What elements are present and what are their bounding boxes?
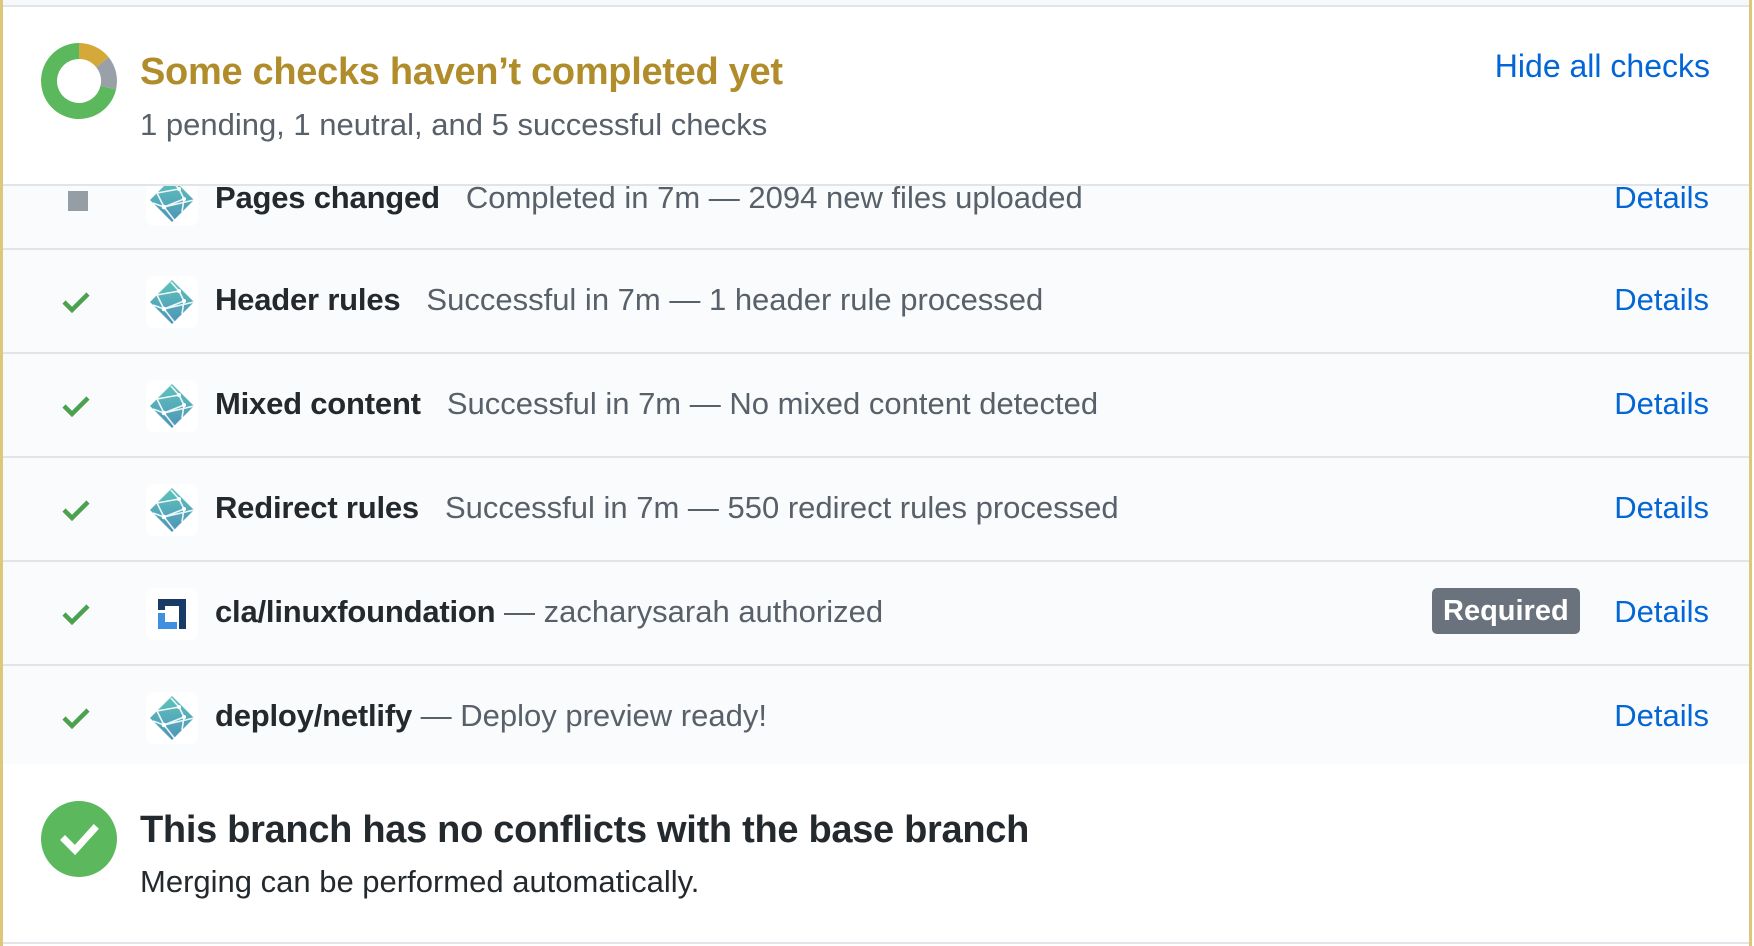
check-name: Pages changed: [215, 186, 440, 215]
check-row: Mixed content Successful in 7m — No mixed…: [3, 354, 1749, 458]
check-app-avatar: [146, 692, 198, 744]
linux-foundation-logo-icon: [158, 599, 186, 629]
neutral-status-icon: [68, 191, 88, 211]
hide-all-checks-link[interactable]: Hide all checks: [1495, 48, 1710, 85]
check-description: Successful in 7m — No mixed content dete…: [446, 386, 1099, 421]
check-description: Completed in 7m — 2094 new files uploade…: [465, 186, 1083, 215]
check-text: Header rules Successful in 7m — 1 header …: [215, 282, 1043, 318]
check-row: cla/linuxfoundation — zacharysarah autho…: [3, 562, 1749, 666]
check-app-avatar: [146, 380, 198, 432]
check-details-link[interactable]: Details: [1614, 386, 1709, 422]
check-description: zacharysarah authorized: [543, 594, 884, 629]
check-text: Redirect rules Successful in 7m — 550 red…: [215, 490, 1119, 526]
check-details-link[interactable]: Details: [1614, 186, 1709, 216]
check-row: Pages changed Completed in 7m — 2094 new …: [3, 186, 1749, 250]
check-name: Redirect rules: [215, 490, 419, 525]
check-app-avatar: [146, 588, 198, 640]
check-name: Header rules: [215, 282, 401, 317]
netlify-logo-icon: [150, 696, 195, 740]
required-badge: Required: [1432, 588, 1580, 634]
success-check-icon: [62, 604, 90, 626]
check-text: Mixed content Successful in 7m — No mixed…: [215, 386, 1098, 422]
checks-status-summary: 1 pending, 1 neutral, and 5 successful c…: [140, 107, 768, 142]
check-description: Deploy preview ready!: [460, 698, 767, 733]
check-row: deploy/netlify — Deploy preview ready! D…: [3, 666, 1749, 764]
success-check-icon: [62, 396, 90, 418]
check-row: Redirect rules Successful in 7m — 550 red…: [3, 458, 1749, 562]
checks-progress-donut-icon: [41, 43, 117, 120]
check-name: deploy/netlify: [215, 698, 413, 733]
check-app-avatar: [146, 484, 198, 536]
checks-status-title: Some checks haven’t completed yet: [140, 51, 783, 93]
check-separator: —: [412, 698, 461, 733]
check-details-link[interactable]: Details: [1614, 594, 1709, 630]
success-check-icon: [62, 500, 90, 522]
merge-conflict-status: This branch has no conflicts with the ba…: [3, 764, 1749, 944]
check-details-link[interactable]: Details: [1614, 698, 1709, 734]
success-check-icon: [62, 708, 90, 730]
check-description: Successful in 7m — 1 header rule process…: [426, 282, 1044, 317]
checks-list[interactable]: Pages changed Completed in 7m — 2094 new …: [3, 186, 1749, 764]
netlify-logo-icon: [150, 280, 195, 324]
left-status-border: [0, 0, 3, 946]
success-check-circle-icon: [41, 801, 117, 877]
check-separator: —: [495, 594, 544, 629]
check-description: Successful in 7m — 550 redirect rules pr…: [444, 490, 1119, 525]
success-check-icon: [62, 292, 90, 314]
merge-status-title: This branch has no conflicts with the ba…: [140, 809, 1030, 851]
netlify-logo-icon: [150, 186, 195, 222]
merge-status-panel: Some checks haven’t completed yet 1 pend…: [0, 0, 1754, 946]
check-name: Mixed content: [215, 386, 421, 421]
netlify-logo-icon: [150, 384, 195, 428]
top-divider: [0, 0, 1754, 7]
check-text: cla/linuxfoundation — zacharysarah autho…: [215, 594, 883, 630]
netlify-logo-icon: [150, 488, 195, 532]
check-name: cla/linuxfoundation: [215, 594, 496, 629]
check-row: Header rules Successful in 7m — 1 header …: [3, 250, 1749, 354]
check-app-avatar: [146, 186, 198, 226]
check-text: deploy/netlify — Deploy preview ready!: [215, 698, 767, 734]
check-details-link[interactable]: Details: [1614, 490, 1709, 526]
check-app-avatar: [146, 276, 198, 328]
merge-status-subtitle: Merging can be performed automatically.: [140, 864, 700, 899]
check-text: Pages changed Completed in 7m — 2094 new …: [215, 186, 1083, 216]
check-details-link[interactable]: Details: [1614, 282, 1709, 318]
checks-status-header: Some checks haven’t completed yet 1 pend…: [3, 7, 1749, 186]
